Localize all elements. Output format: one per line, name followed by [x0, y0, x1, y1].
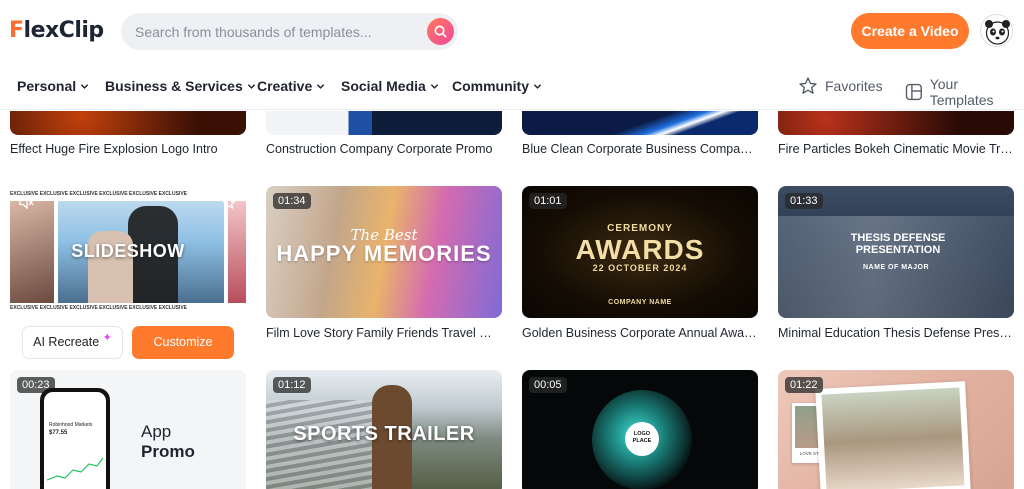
duration-badge: 01:12	[273, 377, 311, 393]
nav-label: Business & Services	[105, 78, 243, 94]
avatar[interactable]	[980, 14, 1013, 47]
exclusive-banner: EXCLUSIVE EXCLUSIVE EXCLUSIVE EXCLUSIVE …	[10, 191, 187, 197]
chevron-down-icon	[247, 83, 255, 89]
nav-label: Creative	[257, 78, 313, 94]
search-input[interactable]	[135, 13, 415, 50]
thumbnail-title-text: SLIDESHOW	[71, 241, 185, 261]
logo-text: lexClip	[23, 18, 105, 43]
chevron-down-icon	[430, 83, 438, 89]
templates-icon	[905, 83, 922, 101]
thumbnail-subtitle-text: CEREMONY	[607, 223, 673, 234]
duration-badge: 01:34	[273, 193, 311, 209]
template-title[interactable]: Golden Business Corporate Annual Award .…	[522, 326, 758, 340]
phone-text: Robinhood Markets	[49, 422, 93, 428]
template-title[interactable]: Fire Particles Bokeh Cinematic Movie Tra…	[778, 142, 1014, 156]
template-thumbnail[interactable]	[522, 111, 758, 135]
template-title[interactable]: Minimal Education Thesis Defense Present…	[778, 326, 1014, 340]
favorite-star-icon[interactable]	[222, 196, 236, 210]
favorites-link[interactable]: Favorites	[798, 76, 883, 96]
search-icon	[434, 25, 447, 38]
template-thumbnail[interactable]	[10, 111, 246, 135]
duration-badge: 01:01	[529, 193, 567, 209]
chevron-down-icon	[317, 83, 325, 89]
duration-badge: 01:33	[785, 193, 823, 209]
thumbnail-subtitle-text: NAME OF MAJOR	[863, 264, 929, 271]
template-thumbnail[interactable]: EXCLUSIVE EXCLUSIVE EXCLUSIVE EXCLUSIVE …	[10, 186, 246, 318]
thumbnail-company-text: COMPANY NAME	[608, 299, 672, 306]
phone-value: $77.55	[49, 430, 68, 436]
template-title[interactable]: Blue Clean Corporate Business Company P.…	[522, 142, 758, 156]
nav-personal[interactable]: Personal	[17, 78, 89, 94]
template-title[interactable]: Effect Huge Fire Explosion Logo Intro	[10, 142, 246, 156]
template-thumbnail[interactable]: 01:01 CEREMONY AWARDS 22 OCTOBER 2024 CO…	[522, 186, 758, 318]
thumbnail-title-text: AWARDS	[575, 234, 705, 265]
template-title[interactable]: Construction Company Corporate Promo	[266, 142, 502, 156]
mute-icon[interactable]	[19, 196, 34, 209]
stock-chart-icon	[47, 457, 103, 481]
template-thumbnail[interactable]: 01:34 The Best HAPPY MEMORIES	[266, 186, 502, 318]
template-thumbnail[interactable]: 01:33 THESIS DEFENSE PRESENTATION NAME O…	[778, 186, 1014, 318]
create-video-button[interactable]: Create a Video	[851, 13, 969, 49]
flexclip-logo[interactable]: FlexClip	[9, 18, 104, 43]
thumbnail-title-text: HAPPY MEMORIES	[276, 241, 492, 266]
thumbnail-date-text: 22 OCTOBER 2024	[592, 263, 688, 273]
customize-button[interactable]: Customize	[132, 326, 234, 359]
nav-community[interactable]: Community	[452, 78, 542, 94]
thumbnail-title-text: App	[141, 422, 172, 441]
ai-recreate-label: AI Recreate	[33, 335, 100, 349]
nav-label: Community	[452, 78, 529, 94]
your-templates-link[interactable]: Your Templates	[905, 76, 1024, 108]
nav-creative[interactable]: Creative	[257, 78, 325, 94]
template-thumbnail[interactable]: 00:05 LOGO PLACE	[522, 370, 758, 489]
template-thumbnail[interactable]: LOVE STORY 01:22	[778, 370, 1014, 489]
top-header: FlexClip Create a Video	[0, 0, 1024, 62]
phone-mockup: Robinhood Markets $77.55	[40, 388, 110, 489]
duration-badge: 00:05	[529, 377, 567, 393]
template-thumbnail[interactable]: 01:12 SPORTS TRAILER	[266, 370, 502, 489]
duration-badge: 01:22	[785, 377, 823, 393]
nav-label: Social Media	[341, 78, 426, 94]
thumbnail-title-text: LOGO PLACE	[632, 431, 652, 444]
thumbnail-title-text: THESIS DEFENSE PRESENTATION	[850, 232, 946, 256]
polaroid-large	[815, 381, 971, 489]
panda-avatar-icon	[985, 20, 1010, 45]
template-thumbnail[interactable]	[266, 111, 502, 135]
thumbnail-title-text: SPORTS TRAILER	[293, 423, 475, 445]
template-thumbnail[interactable]: 00:23 Robinhood Markets $77.55 App Promo	[10, 370, 246, 489]
template-title[interactable]: Film Love Story Family Friends Travel Me…	[266, 326, 502, 340]
ai-recreate-button[interactable]: AI Recreate ✦	[22, 326, 123, 359]
your-templates-label: Your Templates	[929, 76, 994, 108]
star-icon	[799, 77, 817, 94]
chevron-down-icon	[533, 83, 542, 89]
chevron-down-icon	[80, 83, 89, 89]
template-thumbnail[interactable]	[778, 111, 1014, 135]
thumbnail-title-text-2: Promo	[141, 442, 195, 461]
exclusive-banner: EXCLUSIVE EXCLUSIVE EXCLUSIVE EXCLUSIVE …	[10, 305, 187, 311]
nav-label: Personal	[17, 78, 77, 94]
template-grid: Effect Huge Fire Explosion Logo Intro Co…	[0, 111, 1024, 489]
nav-business-services[interactable]: Business & Services	[105, 78, 256, 94]
search-bar	[121, 13, 458, 50]
sparkle-icon: ✦	[102, 332, 112, 344]
category-nav: Personal Business & Services Creative So…	[0, 62, 1024, 110]
favorites-label: Favorites	[825, 78, 883, 94]
search-button[interactable]	[427, 18, 454, 45]
nav-social-media[interactable]: Social Media	[341, 78, 439, 94]
